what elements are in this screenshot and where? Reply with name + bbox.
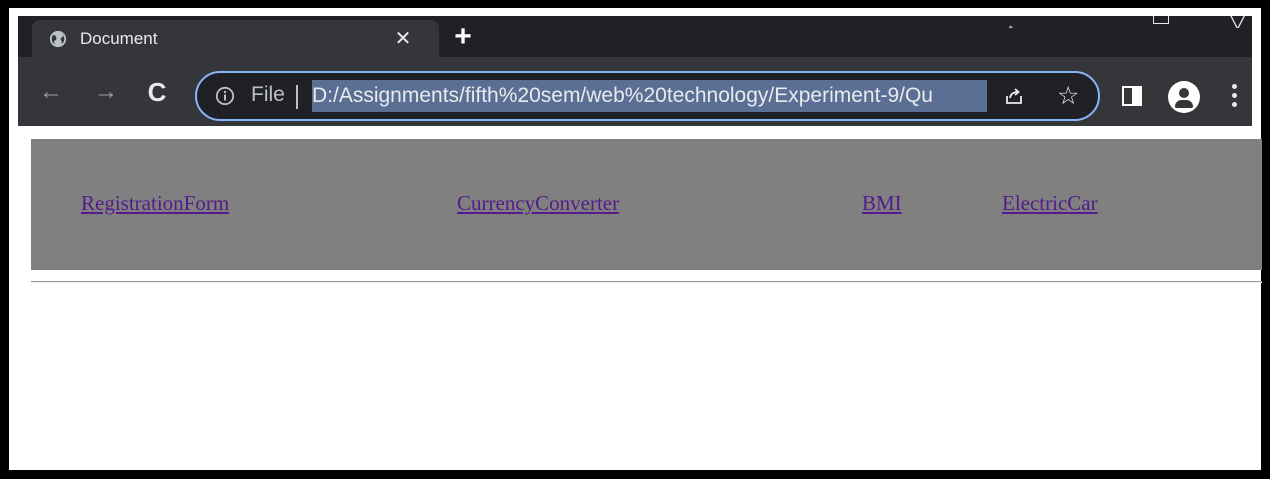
nav-bar: RegistrationForm CurrencyConverter BMI E… (31, 139, 1262, 270)
tab-close-icon[interactable]: ✕ (392, 28, 414, 50)
new-tab-button[interactable]: + (450, 22, 476, 52)
browser-window: Document ✕ + ‸ ╲╱ ← → C File D:/Assignme… (0, 0, 1270, 479)
tab-strip: Document ✕ + ‸ ╲╱ (18, 16, 1252, 57)
tab-document[interactable]: Document ✕ (32, 20, 439, 57)
profile-avatar-icon[interactable] (1168, 81, 1200, 113)
info-icon[interactable] (215, 86, 235, 106)
reload-icon[interactable]: C (144, 79, 170, 106)
omnibox-divider (296, 85, 298, 109)
nav-link-registration-form[interactable]: RegistrationForm (81, 191, 229, 216)
nav-link-electric-car[interactable]: ElectricCar (1002, 191, 1098, 216)
kebab-menu-icon[interactable] (1230, 84, 1238, 112)
forward-arrow-icon[interactable]: → (93, 80, 119, 106)
window-close-icon[interactable]: ╲╱ (1228, 16, 1248, 28)
side-panel-icon[interactable] (1122, 86, 1142, 106)
url-text[interactable]: D:/Assignments/fifth%20sem/web%20technol… (312, 80, 987, 112)
back-arrow-icon[interactable]: ← (38, 80, 64, 106)
globe-icon (49, 30, 67, 48)
nav-link-bmi[interactable]: BMI (862, 191, 902, 216)
tab-title: Document (80, 29, 158, 48)
maximize-icon[interactable] (1153, 16, 1173, 28)
bookmark-star-icon[interactable]: ☆ (1057, 81, 1079, 111)
horizontal-rule (31, 281, 1262, 283)
minimize-icon[interactable]: ‸ (1008, 16, 1024, 28)
scheme-label: File (251, 83, 285, 106)
share-icon[interactable] (1003, 85, 1025, 107)
page-viewport: RegistrationForm CurrencyConverter BMI E… (18, 126, 1262, 461)
address-bar[interactable]: File D:/Assignments/fifth%20sem/web%20te… (195, 71, 1100, 121)
nav-link-currency-converter[interactable]: CurrencyConverter (457, 191, 619, 216)
browser-toolbar: ← → C File D:/Assignments/fifth%20sem/we… (18, 57, 1252, 126)
